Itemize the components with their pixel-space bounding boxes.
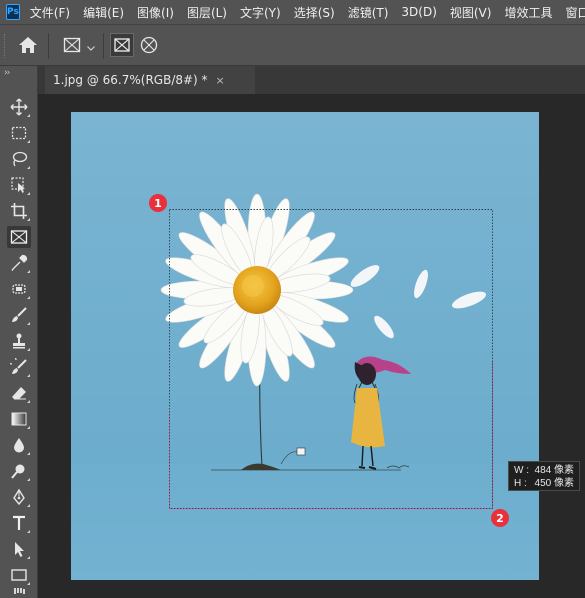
document-canvas[interactable] — [71, 112, 539, 580]
arrow-cursor-icon — [15, 542, 24, 557]
tools-panel: ›› — [0, 66, 38, 598]
hand-tool[interactable] — [7, 588, 31, 598]
menu-layer[interactable]: 图层(L) — [187, 4, 227, 21]
menu-file[interactable]: 文件(F) — [30, 4, 70, 21]
tool-group-indicator — [27, 218, 30, 221]
tool-group-indicator — [27, 478, 30, 481]
eraser-icon — [12, 387, 26, 400]
gradient-tool[interactable] — [7, 408, 31, 430]
dodge-tool[interactable] — [7, 460, 31, 482]
crop-tool[interactable] — [7, 200, 31, 222]
eyedropper-icon — [11, 254, 28, 271]
size-readout-tooltip: W : 484 像素 H : 450 像素 — [508, 461, 580, 491]
elliptical-frame-icon[interactable] — [139, 35, 159, 55]
home-icon[interactable] — [18, 36, 38, 54]
tool-group-indicator — [27, 556, 30, 559]
tool-group-indicator — [27, 166, 30, 169]
blur-tool[interactable] — [7, 434, 31, 456]
brush-icon — [12, 307, 27, 322]
rectangular-frame-icon[interactable] — [110, 33, 134, 57]
bandage-icon — [12, 284, 26, 294]
rectangle-icon — [11, 569, 27, 581]
move-icon — [10, 98, 28, 116]
clone-stamp-tool[interactable] — [7, 330, 31, 352]
gradient-icon — [11, 412, 27, 426]
height-value: 450 像素 — [534, 478, 574, 489]
collapse-panel-icon[interactable]: ›› — [4, 68, 10, 78]
height-label: H : — [514, 478, 527, 489]
eyedropper-tool[interactable] — [7, 252, 31, 274]
frame-tool[interactable] — [7, 226, 31, 248]
stamp-icon — [13, 333, 25, 349]
path-selection-tool[interactable] — [7, 538, 31, 560]
document-tab-title: 1.jpg @ 66.7%(RGB/8#) * — [53, 73, 208, 87]
annotation-marker-end: 2 — [491, 509, 509, 527]
tool-group-indicator — [27, 530, 30, 533]
rectangular-marquee-tool[interactable] — [7, 122, 31, 144]
tool-group-indicator — [27, 140, 30, 143]
tool-group-indicator — [27, 348, 30, 351]
menu-window[interactable]: 窗口(W) — [565, 4, 585, 21]
menu-view[interactable]: 视图(V) — [450, 4, 492, 21]
object-selection-icon — [11, 177, 25, 193]
history-brush-icon — [10, 358, 27, 374]
menu-3d[interactable]: 3D(D) — [401, 5, 436, 19]
tool-group-indicator — [27, 114, 30, 117]
options-separator — [103, 33, 104, 59]
tool-group-indicator — [27, 582, 30, 585]
eraser-tool[interactable] — [7, 382, 31, 404]
menu-edit[interactable]: 编辑(E) — [83, 4, 124, 21]
document-tab[interactable]: 1.jpg @ 66.7%(RGB/8#) * × — [45, 66, 255, 94]
tool-group-indicator — [27, 504, 30, 507]
photoshop-logo-icon[interactable]: Ps — [6, 4, 20, 20]
type-icon — [13, 515, 25, 530]
move-tool[interactable] — [7, 96, 31, 118]
marquee-icon — [11, 126, 27, 140]
frame-icon — [10, 230, 28, 244]
dodge-icon — [11, 464, 25, 479]
tool-group-indicator — [27, 322, 30, 325]
lasso-tool[interactable] — [7, 148, 31, 170]
lasso-icon — [12, 151, 28, 167]
chevron-down-icon[interactable] — [86, 38, 96, 51]
tool-group-indicator — [27, 296, 30, 299]
crop-icon — [11, 203, 27, 219]
object-selection-tool[interactable] — [7, 174, 31, 196]
tool-group-indicator — [27, 270, 30, 273]
tool-group-indicator — [27, 192, 30, 195]
close-icon[interactable]: × — [216, 74, 225, 87]
tool-group-indicator — [27, 374, 30, 377]
menu-select[interactable]: 选择(S) — [294, 4, 335, 21]
menu-plugins[interactable]: 增效工具 — [504, 4, 552, 21]
options-bar-grip[interactable] — [4, 34, 7, 58]
healing-brush-tool[interactable] — [7, 278, 31, 300]
menu-filter[interactable]: 滤镜(T) — [348, 4, 389, 21]
width-label: W : — [514, 465, 529, 476]
rectangle-tool[interactable] — [7, 564, 31, 586]
droplet-icon — [14, 438, 24, 453]
annotation-marker-start: 1 — [149, 194, 167, 212]
type-tool[interactable] — [7, 512, 31, 534]
menu-image[interactable]: 图像(I) — [137, 4, 174, 21]
frame-tool-preset-icon[interactable] — [62, 35, 82, 55]
menu-bar: Ps 文件(F) 编辑(E) 图像(I) 图层(L) 文字(Y) 选择(S) 滤… — [0, 0, 585, 24]
tool-group-indicator — [27, 426, 30, 429]
tool-group-indicator — [27, 452, 30, 455]
pen-tool[interactable] — [7, 486, 31, 508]
width-value: 484 像素 — [534, 465, 574, 476]
daisy-girl-artwork — [71, 112, 539, 580]
options-bar — [0, 24, 585, 66]
tool-group-indicator — [27, 400, 30, 403]
menu-type[interactable]: 文字(Y) — [240, 4, 281, 21]
brush-tool[interactable] — [7, 304, 31, 326]
document-tab-bar: 1.jpg @ 66.7%(RGB/8#) * × — [38, 66, 585, 94]
pen-icon — [13, 488, 25, 506]
hand-icon — [14, 588, 25, 594]
options-separator — [48, 33, 49, 59]
history-brush-tool[interactable] — [7, 356, 31, 378]
